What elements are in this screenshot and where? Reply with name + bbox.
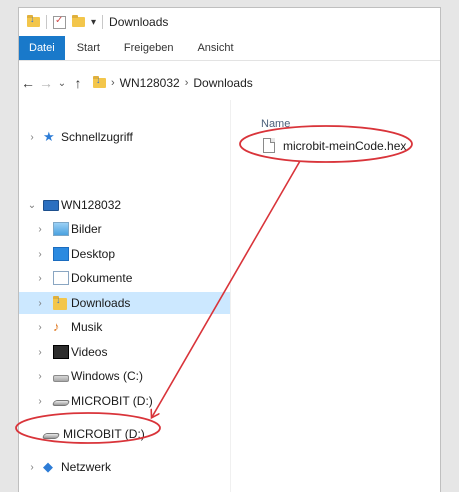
nav-item-windows-c[interactable]: › Windows (C:)	[19, 365, 230, 387]
expand-chevron-icon[interactable]: ›	[35, 371, 45, 382]
breadcrumb-pc[interactable]: WN128032	[120, 76, 180, 90]
column-header-name[interactable]: Name	[261, 118, 290, 130]
nav-item-this-pc[interactable]: ⌄ WN128032	[19, 194, 230, 216]
ribbon-tabs: Datei Start Freigeben Ansicht	[19, 36, 440, 61]
network-icon: ◆	[43, 459, 53, 474]
nav-item-microbit-d-root[interactable]: MICROBIT (D:)	[19, 423, 230, 445]
expand-chevron-icon[interactable]: ›	[35, 224, 45, 235]
expand-chevron-icon[interactable]: ›	[35, 273, 45, 284]
videos-folder-icon	[53, 345, 69, 359]
nav-item-microbit-d[interactable]: › MICROBIT (D:)	[19, 390, 230, 412]
tab-freigeben[interactable]: Freigeben	[112, 36, 186, 60]
breadcrumb-downloads[interactable]: Downloads	[193, 76, 252, 90]
expand-chevron-icon[interactable]: ›	[35, 249, 45, 260]
desktop-folder-icon	[53, 247, 69, 261]
quick-access-toolbar: ▾	[27, 14, 104, 29]
nav-item-netzwerk[interactable]: › ◆ Netzwerk	[19, 456, 230, 478]
downloads-folder-icon	[93, 75, 106, 88]
music-folder-icon: ♪	[53, 319, 60, 334]
new-folder-icon[interactable]	[72, 15, 85, 27]
nav-item-videos[interactable]: › Videos	[19, 341, 230, 363]
tab-ansicht[interactable]: Ansicht	[185, 36, 245, 60]
star-icon: ★	[43, 129, 55, 144]
file-icon	[263, 138, 275, 153]
file-item[interactable]: microbit-meinCode.hex	[263, 138, 406, 153]
file-list-pane: Name microbit-meinCode.hex	[231, 100, 440, 492]
usb-drive-icon	[51, 400, 71, 406]
tab-datei[interactable]: Datei	[19, 36, 65, 60]
documents-folder-icon	[53, 271, 69, 285]
nav-item-dokumente[interactable]: › Dokumente	[19, 267, 230, 289]
computer-icon	[43, 199, 59, 211]
back-arrow-icon[interactable]: ←	[19, 75, 37, 91]
usb-drive-icon	[41, 433, 61, 439]
expand-chevron-icon[interactable]: ›	[35, 347, 45, 358]
nav-item-desktop[interactable]: › Desktop	[19, 243, 230, 265]
expand-chevron-icon[interactable]: ›	[35, 396, 45, 407]
explorer-window: ▾ Downloads Datei Start Freigeben Ansich…	[18, 7, 441, 492]
nav-item-bilder[interactable]: › Bilder	[19, 218, 230, 240]
collapse-chevron-icon[interactable]: ⌄	[27, 200, 37, 211]
nav-item-quick-access[interactable]: › ★ Schnellzugriff	[19, 126, 230, 148]
expand-chevron-icon[interactable]: ›	[27, 132, 37, 143]
properties-icon[interactable]	[53, 15, 66, 29]
navigation-pane: › ★ Schnellzugriff ⌄ WN128032 › Bilder ›…	[19, 100, 231, 492]
breadcrumb-chevron-icon[interactable]: ›	[111, 77, 115, 89]
expand-chevron-icon[interactable]: ›	[27, 462, 37, 473]
address-bar[interactable]: › WN128032 › Downloads	[93, 75, 253, 90]
recent-locations-icon[interactable]: ⌄	[55, 78, 69, 89]
nav-item-musik[interactable]: › ♪ Musik	[19, 316, 230, 338]
file-name: microbit-meinCode.hex	[283, 138, 407, 153]
system-drive-icon	[53, 374, 69, 382]
customize-toolbar-icon[interactable]: ▾	[91, 17, 96, 28]
downloads-folder-icon	[53, 295, 67, 310]
up-arrow-icon[interactable]: ↑	[69, 75, 87, 91]
expand-chevron-icon[interactable]: ›	[35, 322, 45, 333]
breadcrumb-chevron-icon[interactable]: ›	[185, 77, 189, 89]
window-title: Downloads	[109, 15, 169, 29]
forward-arrow-icon[interactable]: →	[37, 75, 55, 91]
tab-start[interactable]: Start	[65, 36, 112, 60]
navigation-bar: ← → ⌄ ↑ › WN128032 › Downloads	[19, 70, 440, 96]
expand-chevron-icon[interactable]: ›	[35, 298, 45, 309]
title-bar: ▾ Downloads	[19, 8, 440, 36]
nav-item-downloads[interactable]: › Downloads	[19, 292, 230, 314]
pictures-folder-icon	[53, 222, 69, 236]
folder-icon	[27, 14, 40, 27]
